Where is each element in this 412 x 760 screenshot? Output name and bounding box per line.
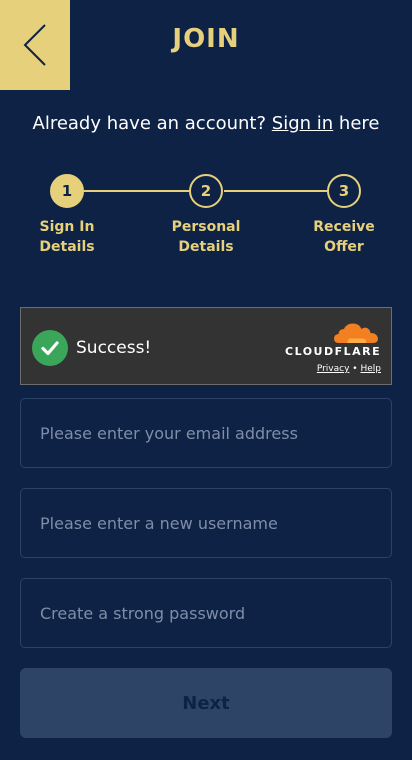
step-3-label-line2: Offer xyxy=(324,239,364,255)
signin-prefix: Already have an account? xyxy=(32,113,267,134)
step-1-circle: 1 xyxy=(50,174,84,208)
step-2-circle: 2 xyxy=(189,174,223,208)
header: JOIN xyxy=(0,0,412,90)
step-3-label-line1: Receive xyxy=(313,219,375,235)
page-title: JOIN xyxy=(172,24,240,54)
step-2-label-line1: Personal xyxy=(171,219,241,235)
help-link[interactable]: Help xyxy=(360,364,381,374)
step-1: 1 Sign In Details xyxy=(17,170,117,257)
step-2-label-line2: Details xyxy=(178,239,234,255)
cloudflare-logo: CLOUDFLARE Privacy • Help xyxy=(285,322,381,374)
progress-stepper: 1 Sign In Details 2 Personal Details 3 R… xyxy=(0,170,412,260)
cloudflare-cloud-icon xyxy=(334,323,378,343)
signin-link[interactable]: Sign in xyxy=(272,113,333,134)
password-input[interactable] xyxy=(21,579,391,647)
privacy-link[interactable]: Privacy xyxy=(317,364,350,374)
captcha-status: Success! xyxy=(76,338,152,358)
step-2-label: Personal Details xyxy=(156,217,256,257)
step-1-label-line2: Details xyxy=(39,239,95,255)
email-field xyxy=(20,398,392,468)
signin-suffix: here xyxy=(338,113,380,134)
step-3-label: Receive Offer xyxy=(294,217,394,257)
username-field xyxy=(20,488,392,558)
username-input[interactable] xyxy=(21,489,391,557)
checkmark-icon xyxy=(32,330,68,366)
signin-prompt: Already have an account? Sign in here xyxy=(0,113,412,134)
step-1-label-line1: Sign In xyxy=(39,219,95,235)
email-input[interactable] xyxy=(21,399,391,467)
cloudflare-wordmark: CLOUDFLARE xyxy=(285,345,382,358)
captcha-links: Privacy • Help xyxy=(285,364,381,374)
step-2: 2 Personal Details xyxy=(156,170,256,257)
step-1-label: Sign In Details xyxy=(17,217,117,257)
step-3: 3 Receive Offer xyxy=(294,170,394,257)
link-separator: • xyxy=(352,364,358,374)
step-3-circle: 3 xyxy=(327,174,361,208)
cloudflare-captcha-widget: Success! CLOUDFLARE Privacy • Help xyxy=(20,307,392,385)
password-field xyxy=(20,578,392,648)
next-button[interactable]: Next xyxy=(20,668,392,738)
